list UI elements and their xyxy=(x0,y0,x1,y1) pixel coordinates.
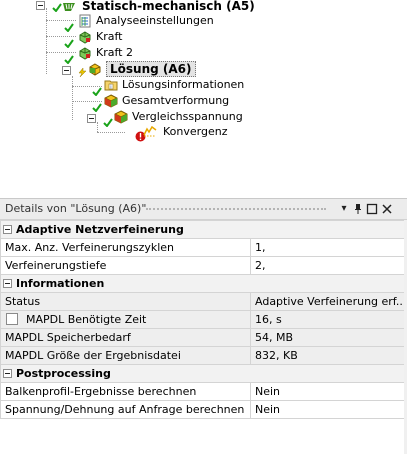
property-label: Spannung/Dehnung auf Anfrage berechnen xyxy=(0,400,251,419)
tree-item-statisch-mechanisch[interactable]: Statisch-mechanisch (A5) xyxy=(80,0,257,14)
tree-item-analyseeinstellungen[interactable]: Analyseeinstellungen xyxy=(94,13,216,29)
tree-item-loesung[interactable]: Lösung (A6) xyxy=(106,61,196,77)
property-label: MAPDL Speicherbedarf xyxy=(0,328,251,347)
tree-connector xyxy=(46,36,76,37)
close-icon[interactable] xyxy=(381,202,393,216)
parameter-checkbox[interactable] xyxy=(6,313,18,325)
check-icon xyxy=(92,87,102,96)
property-label-with-checkbox: MAPDL Benötigte Zeit xyxy=(0,310,251,329)
dropdown-icon[interactable]: ▾ xyxy=(338,202,350,216)
details-grid: Adaptive Netzverfeinerung Max. Anz. Verf… xyxy=(0,220,406,419)
property-value[interactable]: Nein xyxy=(249,400,406,419)
group-label: Informationen xyxy=(16,277,105,290)
group-information[interactable]: Informationen xyxy=(0,274,406,293)
property-row[interactable]: MAPDL Benötigte Zeit 16, s xyxy=(0,310,406,329)
force-icon xyxy=(79,47,91,60)
property-row[interactable]: Balkenprofil-Ergebnisse berechnen Nein xyxy=(0,382,406,401)
result-cube-icon xyxy=(114,110,128,124)
group-label: Postprocessing xyxy=(16,367,111,380)
details-titlebar[interactable]: Details von "Lösung (A6)" ▾ xyxy=(0,199,407,220)
collapse-toggle[interactable] xyxy=(62,66,71,75)
property-value: 16, s xyxy=(249,310,406,329)
convergence-icon xyxy=(143,125,157,137)
maximize-icon[interactable] xyxy=(366,202,378,216)
svg-text:i: i xyxy=(110,85,111,91)
group-row[interactable]: Adaptive Netzverfeinerung xyxy=(0,220,406,239)
check-icon xyxy=(64,23,74,32)
tree-connector xyxy=(72,76,73,120)
property-value[interactable]: Nein xyxy=(249,382,406,401)
property-row[interactable]: Verfeinerungstiefe 2, xyxy=(0,256,406,275)
property-label: Balkenprofil-Ergebnisse berechnen xyxy=(0,382,251,401)
group-label: Adaptive Netzverfeinerung xyxy=(16,223,184,236)
property-label: Status xyxy=(0,292,251,311)
tree-item-label: Statisch-mechanisch (A5) xyxy=(82,0,255,13)
tree-item-label: Kraft xyxy=(96,30,123,43)
property-label: Max. Anz. Verfeinerungszyklen xyxy=(0,238,251,257)
check-icon xyxy=(92,103,102,112)
check-icon xyxy=(64,55,74,64)
details-panel: Details von "Lösung (A6)" ▾ Adaptive Net… xyxy=(0,198,407,454)
tree-item-label: Konvergenz xyxy=(163,125,228,138)
property-label: MAPDL Größe der Ergebnisdatei xyxy=(0,346,251,365)
tree-item-gesamtverformung[interactable]: Gesamtverformung xyxy=(120,93,231,109)
drag-grip[interactable] xyxy=(146,208,326,212)
group-row[interactable]: Informationen xyxy=(0,274,406,293)
tree-item-label: Lösungsinformationen xyxy=(122,78,245,91)
tree-item-kraft-2[interactable]: Kraft 2 xyxy=(94,45,135,61)
outline-tree[interactable]: Statisch-mechanisch (A5) Analyseeinstell… xyxy=(0,0,407,190)
tree-item-vergleichsspannung[interactable]: Vergleichsspannung xyxy=(130,109,245,125)
property-row[interactable]: MAPDL Größe der Ergebnisdatei 832, KB xyxy=(0,346,406,365)
tree-item-loesungsinformationen[interactable]: Lösungsinformationen xyxy=(120,77,246,93)
tree-item-konvergenz[interactable]: Konvergenz xyxy=(161,124,229,140)
check-icon xyxy=(103,118,113,127)
pin-icon[interactable] xyxy=(352,202,364,216)
lightning-status-icon xyxy=(78,68,87,77)
group-row[interactable]: Postprocessing xyxy=(0,364,406,383)
collapse-toggle[interactable] xyxy=(3,225,12,234)
tree-item-label: Analyseeinstellungen xyxy=(96,14,214,27)
force-icon xyxy=(79,31,91,44)
tree-item-label: Gesamtverformung xyxy=(122,94,230,107)
tree-connector xyxy=(97,132,125,133)
tree-item-kraft[interactable]: Kraft xyxy=(94,29,124,45)
details-title: Details von "Lösung (A6)" xyxy=(5,202,147,215)
result-cube-icon xyxy=(104,94,118,108)
collapse-toggle[interactable] xyxy=(3,369,12,378)
solution-information-icon: i xyxy=(104,80,118,91)
tree-connector xyxy=(97,122,98,132)
analysis-settings-icon xyxy=(79,14,91,28)
group-postprocessing[interactable]: Postprocessing xyxy=(0,364,406,383)
collapse-toggle[interactable] xyxy=(36,1,45,10)
collapse-toggle[interactable] xyxy=(3,279,12,288)
tree-connector xyxy=(46,52,76,53)
check-icon xyxy=(64,39,74,48)
static-structural-icon xyxy=(63,3,75,11)
tree-connector xyxy=(72,101,102,102)
tree-connector xyxy=(46,20,76,21)
property-value: Adaptive Verfeinerung erf... xyxy=(249,292,406,311)
tree-item-label: Vergleichsspannung xyxy=(132,110,243,123)
tree-item-label: Lösung (A6) xyxy=(106,61,196,77)
check-icon xyxy=(52,3,62,12)
group-adaptive-mesh-refinement[interactable]: Adaptive Netzverfeinerung xyxy=(0,220,406,239)
property-value: 54, MB xyxy=(249,328,406,347)
property-value[interactable]: 1, xyxy=(249,238,406,257)
property-row[interactable]: MAPDL Speicherbedarf 54, MB xyxy=(0,328,406,347)
collapse-toggle[interactable] xyxy=(87,114,96,123)
property-value[interactable]: 2, xyxy=(249,256,406,275)
property-row[interactable]: Max. Anz. Verfeinerungszyklen 1, xyxy=(0,238,406,257)
solution-icon xyxy=(89,63,101,76)
tree-connector xyxy=(46,8,47,74)
property-row[interactable]: Spannung/Dehnung auf Anfrage berechnen N… xyxy=(0,400,406,419)
property-row[interactable]: Status Adaptive Verfeinerung erf... xyxy=(0,292,406,311)
property-value: 832, KB xyxy=(249,346,406,365)
property-label: MAPDL Benötigte Zeit xyxy=(26,313,147,326)
property-label: Verfeinerungstiefe xyxy=(0,256,251,275)
tree-item-label: Kraft 2 xyxy=(96,46,133,59)
